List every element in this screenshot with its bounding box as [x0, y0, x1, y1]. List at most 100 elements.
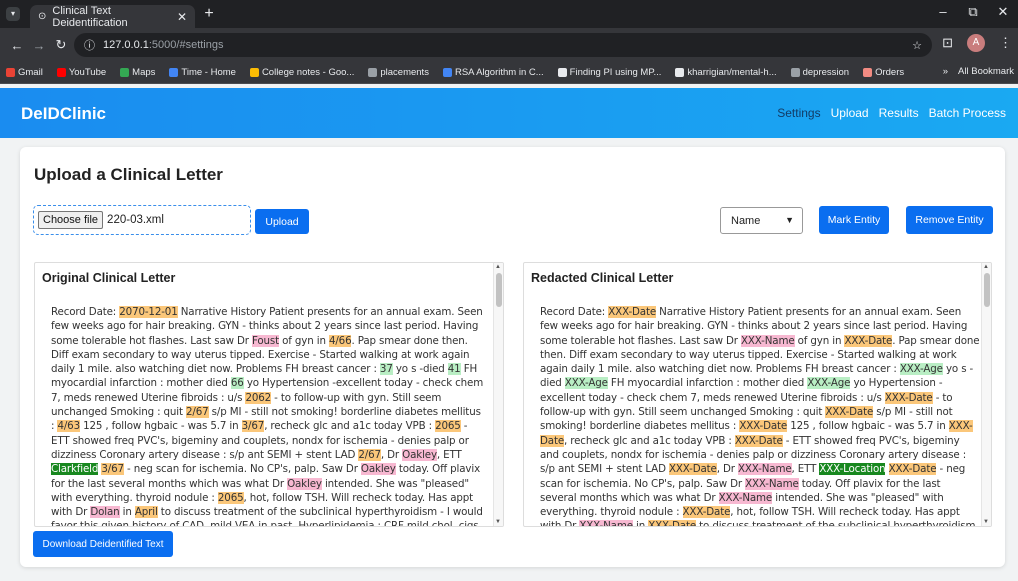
more-bookmarks-icon[interactable]: » [943, 66, 948, 77]
entity-highlight[interactable]: XXX-Date [884, 391, 933, 404]
redacted-letter-text[interactable]: Record Date: XXX-Date Narrative History … [540, 305, 980, 526]
scroll-thumb[interactable] [984, 273, 990, 307]
profile-avatar[interactable]: A [967, 34, 985, 52]
forward-icon[interactable]: → [28, 38, 50, 53]
bookmark-item[interactable]: YouTube [56, 67, 106, 78]
scroll-thumb[interactable] [496, 273, 502, 307]
entity-highlight[interactable]: XXX-Age [807, 377, 850, 390]
mark-entity-button[interactable]: Mark Entity [819, 206, 889, 234]
entity-highlight[interactable]: XXX-Name [737, 463, 792, 476]
entity-highlight[interactable]: Oakley [402, 448, 437, 461]
entity-highlight[interactable]: 3/67 [241, 420, 264, 433]
download-deidentified-button[interactable]: Download Deidentified Text [33, 531, 173, 557]
entity-highlight[interactable]: XXX-Age [899, 363, 943, 376]
site-info-icon[interactable]: ⓘ [84, 37, 95, 53]
bookmark-star-icon[interactable]: ☆ [912, 39, 922, 52]
remove-entity-button[interactable]: Remove Entity [906, 206, 993, 234]
tab-close-icon[interactable]: ✕ [177, 10, 187, 24]
entity-highlight[interactable]: XXX-Date [888, 463, 937, 476]
bookmark-label: Time - Home [181, 67, 236, 78]
browser-menu-icon[interactable]: ⋮ [999, 35, 1012, 51]
entity-highlight[interactable]: 2062 [245, 391, 271, 404]
entity-highlight[interactable]: XXX-Name [740, 334, 795, 347]
letter-text-run: , Dr [380, 448, 403, 461]
entity-highlight[interactable]: Dolan [90, 506, 120, 519]
restore-icon[interactable]: ⧉ [958, 0, 988, 28]
address-bar[interactable]: ⓘ 127.0.0.1:5000/#settings ☆ [74, 33, 932, 57]
scroll-up-icon[interactable]: ▲ [495, 264, 501, 270]
bookmark-item[interactable]: kharrigian/mental-h... [675, 67, 777, 78]
browser-tab-strip: ▾ ⊙ Clinical Text Deidentification ✕ + –… [0, 0, 1018, 29]
original-scrollbar[interactable]: ▲ ▼ [493, 263, 503, 526]
entity-type-value: Name [731, 214, 761, 227]
entity-highlight[interactable]: XXX-Date [739, 420, 787, 433]
bookmark-item[interactable]: Gmail [6, 67, 43, 78]
upload-card: Upload a Clinical Letter Choose file 220… [20, 147, 1005, 567]
entity-highlight[interactable]: Foust [251, 334, 279, 347]
entity-highlight[interactable]: XXX-Name [579, 520, 633, 526]
scroll-down-icon[interactable]: ▼ [495, 519, 501, 525]
scroll-up-icon[interactable]: ▲ [983, 264, 989, 270]
entity-highlight[interactable]: 4/63 [57, 420, 80, 433]
window-close-icon[interactable]: ✕ [988, 0, 1018, 28]
bookmark-favicon-icon [790, 68, 800, 77]
app-brand[interactable]: DeIDClinic [21, 104, 106, 124]
entity-highlight[interactable]: XXX-Date [844, 334, 892, 347]
extensions-icon[interactable]: ⊡ [942, 35, 953, 51]
entity-highlight[interactable]: XXX-Date [668, 463, 717, 476]
entity-highlight[interactable]: 37 [379, 363, 393, 376]
entity-highlight[interactable]: 2065 [435, 420, 461, 433]
entity-highlight[interactable]: 4/66 [328, 334, 352, 347]
original-letter-text[interactable]: Record Date: 2070-12-01 Narrative Histor… [51, 305, 485, 526]
letter-text-run: , Dr [716, 463, 738, 476]
new-tab-icon[interactable]: + [200, 5, 218, 23]
nav-settings[interactable]: Settings [777, 106, 820, 120]
entity-type-select[interactable]: Name ▼ [720, 207, 803, 234]
bookmark-item[interactable]: RSA Algorithm in C... [442, 67, 544, 78]
entity-highlight[interactable]: April [134, 506, 158, 519]
entity-highlight[interactable]: 66 [230, 377, 244, 390]
entity-highlight[interactable]: XXX-Name [745, 477, 799, 490]
entity-highlight[interactable]: 2/67 [186, 406, 209, 419]
browser-tab[interactable]: ⊙ Clinical Text Deidentification ✕ [30, 5, 195, 29]
entity-highlight[interactable]: 2/67 [358, 448, 381, 461]
entity-highlight[interactable]: 2070-12-01 [119, 306, 178, 318]
bookmark-item[interactable]: Finding PI using MP... [557, 67, 661, 78]
entity-highlight[interactable]: 3/67 [101, 463, 124, 476]
bookmark-item[interactable]: Orders [863, 67, 904, 78]
nav-results[interactable]: Results [879, 106, 919, 120]
entity-highlight[interactable]: XXX-Location [819, 463, 886, 476]
minimize-icon[interactable]: – [928, 0, 958, 28]
choose-file-button[interactable]: Choose file [38, 211, 104, 229]
bookmark-favicon-icon [249, 68, 259, 77]
entity-highlight[interactable]: Oakley [287, 477, 322, 490]
entity-highlight[interactable]: XXX-Date [825, 406, 873, 419]
entity-highlight[interactable]: Oakley [360, 463, 396, 476]
entity-highlight[interactable]: XXX-Age [564, 377, 608, 390]
bookmark-item[interactable]: Maps [120, 67, 155, 78]
scroll-down-icon[interactable]: ▼ [983, 519, 989, 525]
reload-icon[interactable]: ↻ [50, 37, 72, 53]
entity-highlight[interactable]: XXX-Date [734, 434, 783, 447]
entity-highlight[interactable]: 41 [447, 363, 461, 376]
bookmark-item[interactable]: College notes - Goo... [249, 67, 354, 78]
upload-button[interactable]: Upload [255, 209, 309, 234]
entity-highlight[interactable]: 2065 [217, 491, 244, 504]
bookmark-item[interactable]: placements [368, 67, 429, 78]
original-letter-panel[interactable]: Original Clinical Letter Record Date: 20… [34, 262, 504, 527]
all-bookmarks[interactable]: » All Bookmark [936, 66, 1014, 77]
file-input[interactable]: Choose file 220-03.xml [33, 205, 251, 235]
bookmark-item[interactable]: Time - Home [169, 67, 236, 78]
entity-highlight[interactable]: Clarkfield [51, 463, 98, 476]
redacted-scrollbar[interactable]: ▲ ▼ [981, 263, 991, 526]
tab-search-icon[interactable]: ▾ [6, 7, 20, 21]
entity-highlight[interactable]: XXX-Date [648, 520, 696, 526]
entity-highlight[interactable]: XXX-Date [608, 306, 656, 318]
entity-highlight[interactable]: XXX-Name [718, 491, 772, 504]
nav-batch-process[interactable]: Batch Process [929, 106, 1006, 120]
redacted-letter-panel[interactable]: Redacted Clinical Letter Record Date: XX… [523, 262, 992, 527]
entity-highlight[interactable]: XXX-Date [682, 506, 730, 519]
back-icon[interactable]: ← [6, 38, 28, 53]
nav-upload[interactable]: Upload [831, 106, 869, 120]
bookmark-item[interactable]: depression [790, 67, 849, 78]
